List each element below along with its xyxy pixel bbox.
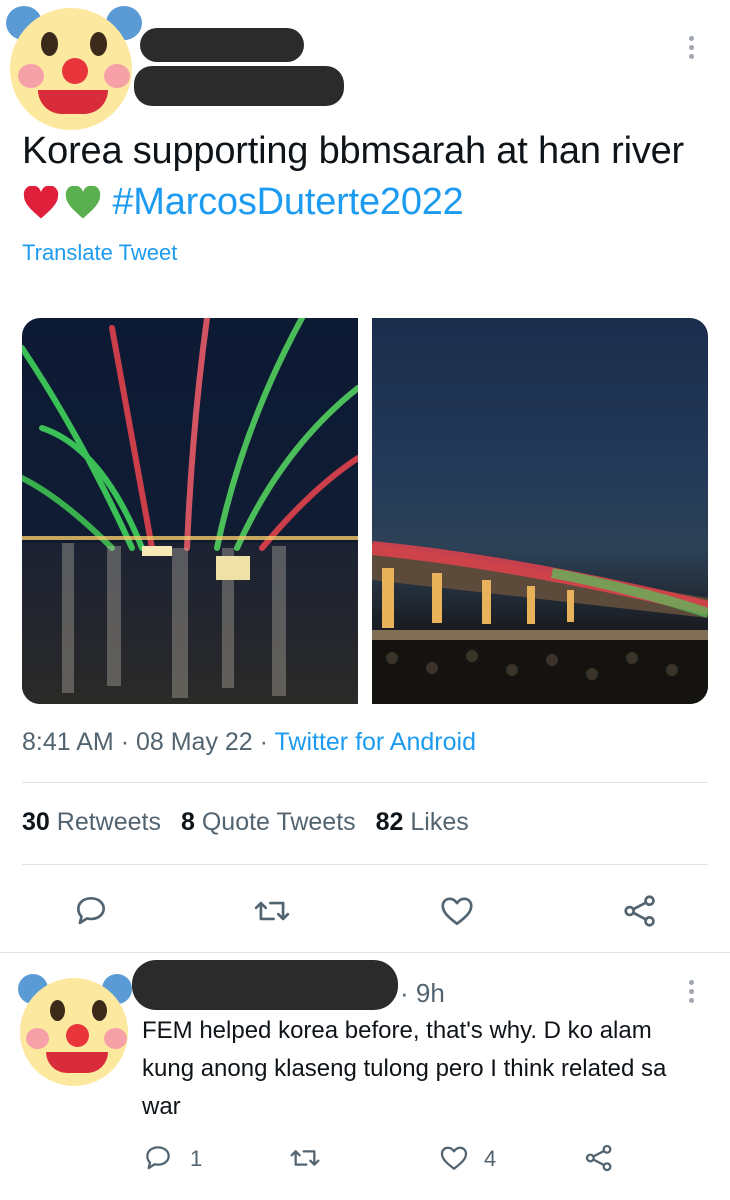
likes-stat[interactable]: 82 Likes <box>376 808 469 836</box>
bridge-fountain-photo <box>372 541 708 704</box>
more-options-icon[interactable] <box>689 36 695 63</box>
separator: · <box>259 728 268 756</box>
like-icon <box>441 897 473 926</box>
tweet-text-main: Korea supporting bbmsarah at han river <box>22 130 685 172</box>
share-icon <box>624 895 655 927</box>
clown-cheek-left <box>18 64 44 88</box>
engagement-stats: 30 Retweets 8 Quote Tweets 82 Likes <box>22 808 489 837</box>
clown-eye-right <box>90 32 107 56</box>
like-button[interactable] <box>438 892 476 930</box>
translate-tweet-link[interactable]: Translate Tweet <box>22 240 177 266</box>
retweets-count: 30 <box>22 808 50 836</box>
reply-reply-count: 1 <box>190 1146 203 1171</box>
reply-retweet-button[interactable] <box>288 1142 322 1174</box>
share-button[interactable] <box>620 892 660 930</box>
reply-icon <box>146 1146 170 1170</box>
divider <box>22 864 708 865</box>
reply-reply-button[interactable] <box>142 1142 174 1174</box>
author-avatar[interactable] <box>4 4 142 132</box>
reply-icon <box>76 896 106 925</box>
share-icon <box>585 1144 612 1172</box>
clown-nose <box>62 58 88 84</box>
retweets-stat[interactable]: 30 Retweets <box>22 808 161 836</box>
tweet-photo-2[interactable] <box>372 318 708 704</box>
red-heart-icon <box>22 183 60 234</box>
quote-tweets-count: 8 <box>180 808 195 836</box>
reply-more-options-icon[interactable] <box>689 980 695 1007</box>
reply-timestamp: · 9h <box>400 978 445 1008</box>
reply-author-avatar[interactable] <box>16 968 132 1086</box>
clown-eye-left <box>50 1000 65 1021</box>
divider <box>22 782 708 783</box>
reply-like-button[interactable] <box>438 1142 470 1174</box>
tweet-text: Korea supporting bbmsarah at han river #… <box>22 126 702 234</box>
clown-cheek-right <box>104 1028 127 1049</box>
redacted-reply-author <box>132 960 398 1010</box>
reply-button[interactable] <box>72 892 110 930</box>
clown-nose <box>66 1024 89 1047</box>
quote-tweets-stat[interactable]: 8 Quote Tweets <box>181 808 356 836</box>
likes-count: 82 <box>375 808 404 836</box>
redacted-username <box>134 66 344 106</box>
hashtag-link[interactable]: #MarcosDuterte2022 <box>112 181 463 223</box>
tweet-time: 8:41 AM <box>22 728 114 756</box>
quote-tweets-label: Quote Tweets <box>201 808 356 836</box>
separator: · <box>120 728 130 756</box>
clown-eye-right <box>92 1000 107 1021</box>
retweet-button[interactable] <box>252 892 292 930</box>
tweet-photo-1[interactable] <box>22 318 358 704</box>
retweets-label: Retweets <box>56 808 161 836</box>
tweet-source-link[interactable]: Twitter for Android <box>275 728 476 756</box>
retweet-icon <box>254 901 290 921</box>
clown-cheek-right <box>104 64 130 88</box>
retweet-icon <box>290 1150 320 1166</box>
clown-eye-left <box>41 32 58 56</box>
clown-cheek-left <box>26 1028 49 1049</box>
reply-like-count: 4 <box>484 1146 497 1171</box>
tweet-metadata: 8:41 AM · 08 May 22 · Twitter for Androi… <box>22 728 476 757</box>
reply-share-button[interactable] <box>582 1142 616 1174</box>
likes-label: Likes <box>410 808 469 836</box>
section-divider <box>0 952 730 953</box>
fountain-fan-photo <box>22 318 358 704</box>
reply-text: FEM helped korea before, that's why. D k… <box>142 1017 667 1120</box>
tweet-date: 08 May 22 <box>135 728 253 756</box>
green-heart-icon <box>64 183 102 234</box>
redacted-display-name <box>140 28 304 62</box>
like-icon <box>440 1146 468 1170</box>
